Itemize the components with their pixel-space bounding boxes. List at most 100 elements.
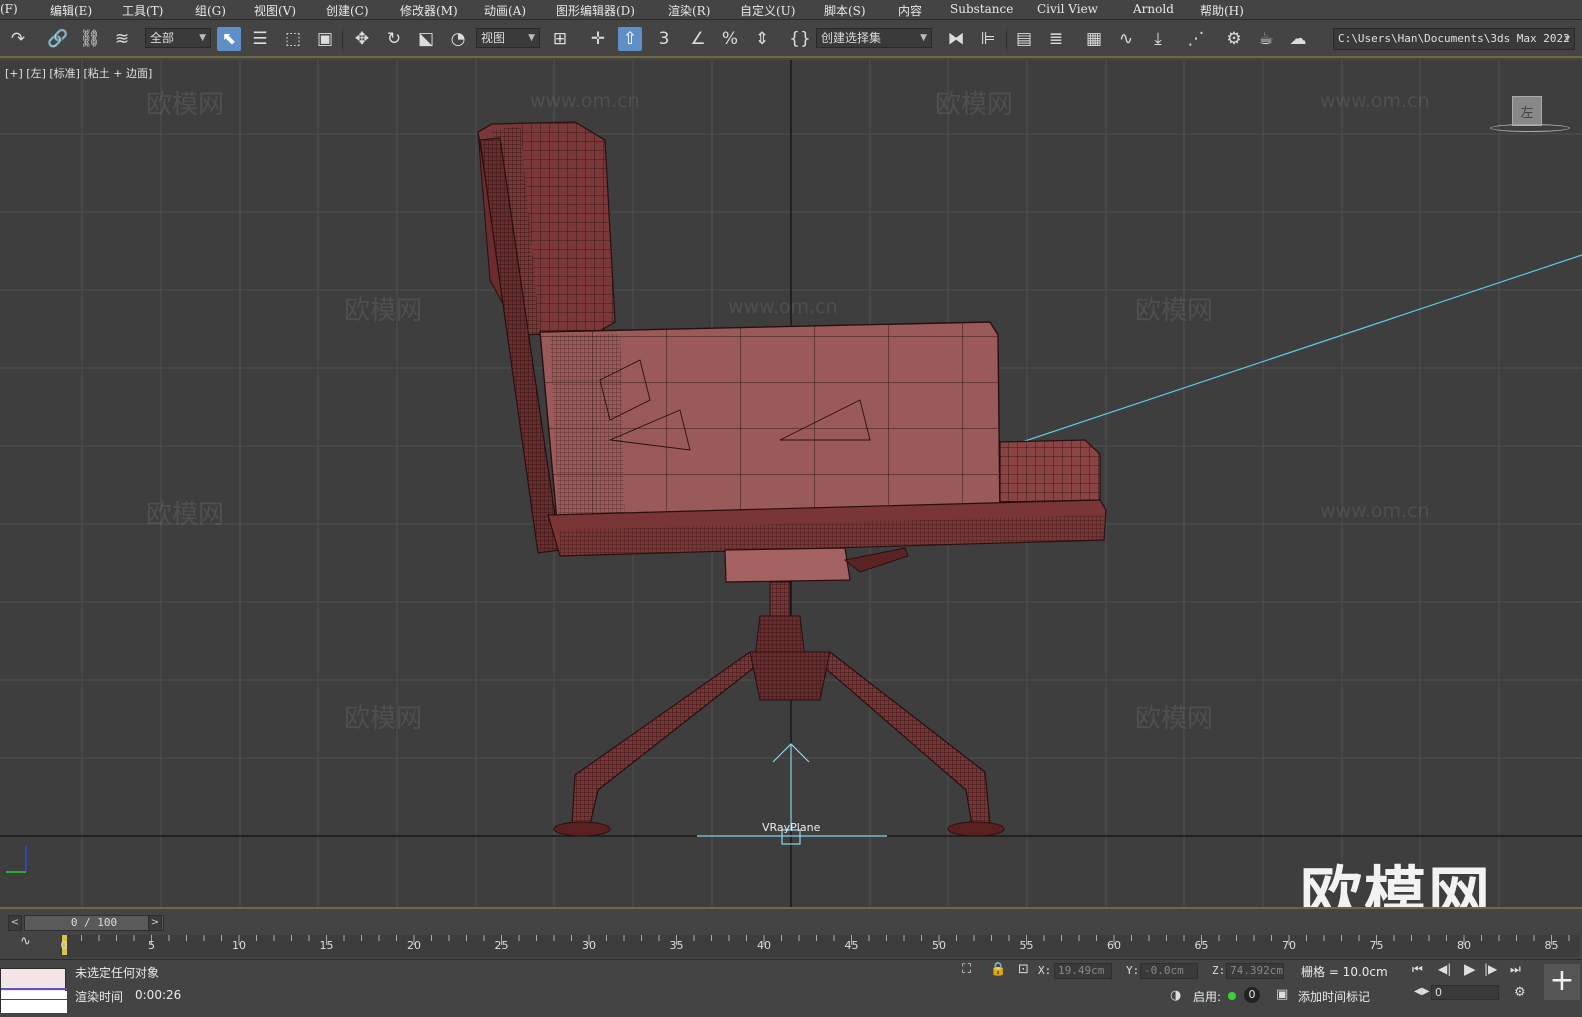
z-coord-label: Z: [1212,964,1226,977]
menu-tools[interactable]: 工具(T) [122,2,163,19]
key-mode-icon[interactable]: ◀▶ [1414,986,1429,997]
ribbon-icon[interactable]: ▦ [1082,27,1106,51]
menu-scripting[interactable]: 脚本(S) [824,2,866,19]
go-to-start-icon[interactable]: ⏮ [1412,962,1423,977]
move-icon[interactable]: ✥ [350,27,374,51]
mirror-icon[interactable]: ⧓ [944,27,968,51]
add-key-button[interactable]: + [1544,964,1580,1000]
select-by-name-icon[interactable]: ☰ [248,27,272,51]
rotate-icon[interactable]: ↻ [382,27,406,51]
timeline-tick-label: 40 [757,939,771,952]
viewport-label[interactable]: [+] [左] [标准] [粘土 + 边面] [5,65,152,81]
viewport-scene [0,60,1582,907]
angle-snap-icon[interactable]: ∠ [686,27,710,51]
main-toolbar: ↷ 🔗 ⛓ ≋ 全部 ▼ ⬉ ☰ ⬚ ▣ ✥ ↻ ⬕ ◔ 视图 ▼ ⊞ ✛ ⇧ 3 … [0,21,1582,58]
render-setup-icon[interactable]: ☕ [1254,27,1278,51]
menu-file[interactable]: (F) [0,2,18,16]
menu-group[interactable]: 组(G) [195,2,226,19]
go-to-end-icon[interactable]: ⏭ [1510,962,1521,977]
menu-bar: (F) 编辑(E) 工具(T) 组(G) 视图(V) 创建(C) 修改器(M) … [0,0,1582,20]
menu-graph-editors[interactable]: 图形编辑器(D) [556,2,635,19]
align-icon[interactable]: ⊫ [976,27,1000,51]
time-tag-icon[interactable]: ▣ [1276,987,1288,1002]
y-coord-field[interactable]: -0.0cm [1140,963,1198,979]
undo-icon[interactable]: ↷ [6,27,30,51]
rect-region-icon[interactable]: ⬚ [281,27,305,51]
time-slider-thumb[interactable]: 0 / 100 [24,915,164,931]
timeline-track[interactable] [60,935,1580,957]
menu-create[interactable]: 创建(C) [326,2,369,19]
layer-explorer-icon[interactable]: ≣ [1044,27,1068,51]
timeline-tick-label: 25 [494,939,509,952]
selection-filter-dropdown[interactable]: 全部 ▼ [145,28,211,48]
viewcube-ring[interactable] [1490,124,1570,132]
left-viewport[interactable]: [+] [左] [标准] [粘土 + 边面] 左 欧模网 www.om.cn 欧… [0,60,1582,907]
scene-explorer-icon[interactable]: ▤ [1012,27,1036,51]
timeline-tick-label: 0 [60,939,68,952]
menu-arnold[interactable]: Arnold [1133,2,1174,16]
next-frame-button[interactable]: > [148,915,162,931]
timeline-tick-label: 5 [148,939,155,952]
add-time-tag[interactable]: 添加时间标记 [1298,988,1370,1005]
menu-rendering[interactable]: 渲染(R) [668,2,710,19]
placement-icon[interactable]: ◔ [446,27,470,51]
link-icon[interactable]: 🔗 [46,27,70,51]
z-coord-field[interactable]: 74.392cm [1226,963,1284,979]
dope-sheet-icon[interactable]: ⤓ [1146,27,1170,51]
previous-frame-icon[interactable]: ◀| [1438,962,1451,976]
chair-model [477,121,1107,837]
current-frame-field[interactable]: 0 [1431,985,1499,1000]
isolate-selection-icon[interactable]: ⛶ [962,962,971,977]
keyboard-shortcut-icon[interactable]: ⇧ [618,27,642,51]
scale-icon[interactable]: ⬕ [414,27,438,51]
menu-edit[interactable]: 编辑(E) [50,2,92,19]
menu-substance[interactable]: Substance [950,2,1013,16]
timeline-tick-label: 60 [1107,939,1121,952]
render-time-value: 0:00:26 [135,988,182,1002]
x-coord-field[interactable]: 19.49cm [1054,963,1112,979]
menu-animation[interactable]: 动画(A) [484,2,526,19]
maxscript-mini-listener[interactable] [0,968,67,1013]
material-editor-icon[interactable]: ⚙ [1222,27,1246,51]
menu-civil-view[interactable]: Civil View [1037,2,1098,16]
select-manipulate-icon[interactable]: ✛ [586,27,610,51]
spinner-snap-icon[interactable]: ⇕ [750,27,774,51]
menu-view[interactable]: 视图(V) [254,2,296,19]
curve-editor-icon[interactable]: ∿ [1114,27,1138,51]
time-config-icon[interactable]: ⚙ [1514,985,1526,1000]
selection-lock-icon[interactable]: 🔒 [990,962,1006,977]
pivot-icon[interactable]: ⊞ [548,27,572,51]
prev-frame-button[interactable]: < [8,915,22,931]
viewcube[interactable]: 左 [1512,96,1542,126]
absolute-mode-icon[interactable]: ⊡ [1018,962,1029,977]
timeline-ticks [63,935,1570,945]
adaptive-degradation-icon[interactable]: ◑ [1170,988,1181,1003]
play-icon[interactable]: ▶ [1464,960,1476,978]
enable-label: 启用: [1193,990,1222,1004]
menu-help[interactable]: 帮助(H) [1200,2,1244,19]
snap-toggle-icon[interactable]: 3 [652,27,676,51]
project-path-field[interactable]: C:\Users\Han\Documents\3ds Max 2022 ▼ [1333,28,1575,50]
named-selection-dropdown[interactable]: 创建选择集 ▼ [816,28,932,48]
percent-snap-icon[interactable]: % [718,27,742,51]
menu-modifiers[interactable]: 修改器(M) [400,2,458,19]
next-frame-icon[interactable]: |▶ [1484,962,1497,976]
timeline-tick-label: 15 [319,939,334,952]
unlink-icon[interactable]: ⛓ [78,27,102,51]
select-object-icon[interactable]: ⬉ [217,27,241,51]
x-coord-label: X: [1038,964,1052,977]
timeline-tick-label: 55 [1019,939,1034,952]
enable-count: 0 [1244,987,1260,1003]
menu-customize[interactable]: 自定义(U) [740,2,795,19]
curve-editor-toggle-icon[interactable]: ∿ [20,934,31,949]
window-crossing-icon[interactable]: ▣ [313,27,337,51]
reference-coord-dropdown[interactable]: 视图 ▼ [476,28,540,48]
edit-named-sets-icon[interactable]: {} [788,27,812,51]
schematic-icon[interactable]: ⋰ [1184,27,1208,51]
status-bar: 未选定任何对象 渲染时间 0:00:26 ⛶ 🔒 ⊡ X: 19.49cm Y:… [0,959,1582,1017]
menu-content[interactable]: 内容 [898,2,922,19]
bind-space-warp-icon[interactable]: ≋ [110,27,134,51]
render-frame-icon[interactable]: ☁ [1286,27,1310,51]
timeline-tick-label: 20 [407,939,421,952]
timeline-tick-label: 70 [1282,939,1296,952]
